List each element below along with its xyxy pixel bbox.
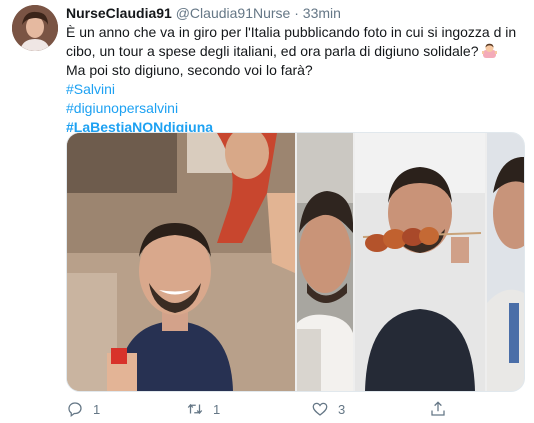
reply-count: 1 (93, 401, 101, 417)
share-icon (431, 401, 445, 416)
tweet: NurseClaudia91 @Claudia91Nurse · 33min È… (0, 0, 534, 423)
woman-shrugging-emoji (482, 43, 498, 58)
author-name[interactable]: NurseClaudia91 (66, 5, 172, 21)
reply-button[interactable]: 1 (66, 398, 100, 420)
tweet-header: NurseClaudia91 @Claudia91Nurse · 33min (66, 4, 528, 22)
hashtag-link[interactable]: #Salvini (66, 80, 528, 99)
photo-3[interactable] (355, 133, 485, 391)
photo-1[interactable] (67, 133, 295, 391)
like-count: 3 (338, 401, 346, 417)
tweet-actions: 1 1 3 (66, 398, 506, 420)
tweet-content: NurseClaudia91 @Claudia91Nurse · 33min È… (66, 4, 528, 137)
retweet-count: 1 (213, 401, 221, 417)
heart-icon (312, 402, 328, 416)
photo-2[interactable] (297, 133, 353, 391)
media-collage[interactable] (66, 132, 525, 392)
tweet-text: È un anno che va in giro per l'Italia pu… (66, 23, 528, 137)
tweet-text-line: È un anno che va in giro per l'Italia pu… (66, 24, 517, 40)
header-separator: · (294, 5, 299, 21)
tweet-text-line: cibo, un tour a spese degli italiani, ed… (66, 43, 479, 59)
share-button[interactable] (429, 398, 456, 420)
tweet-timestamp[interactable]: 33min (303, 5, 341, 21)
reply-icon (68, 402, 82, 418)
tweet-text-line-with-emoji: cibo, un tour a spese degli italiani, ed… (66, 42, 528, 61)
author-handle[interactable]: @Claudia91Nurse (176, 5, 291, 21)
hashtag-link[interactable]: #digiunopersalvini (66, 99, 528, 118)
photo-4[interactable] (487, 133, 524, 391)
like-button[interactable]: 3 (311, 398, 345, 420)
retweet-icon (187, 403, 203, 415)
retweet-button[interactable]: 1 (186, 398, 220, 420)
avatar[interactable] (12, 5, 58, 51)
tweet-text-line: Ma poi sto digiuno, secondo voi lo farà? (66, 62, 313, 78)
